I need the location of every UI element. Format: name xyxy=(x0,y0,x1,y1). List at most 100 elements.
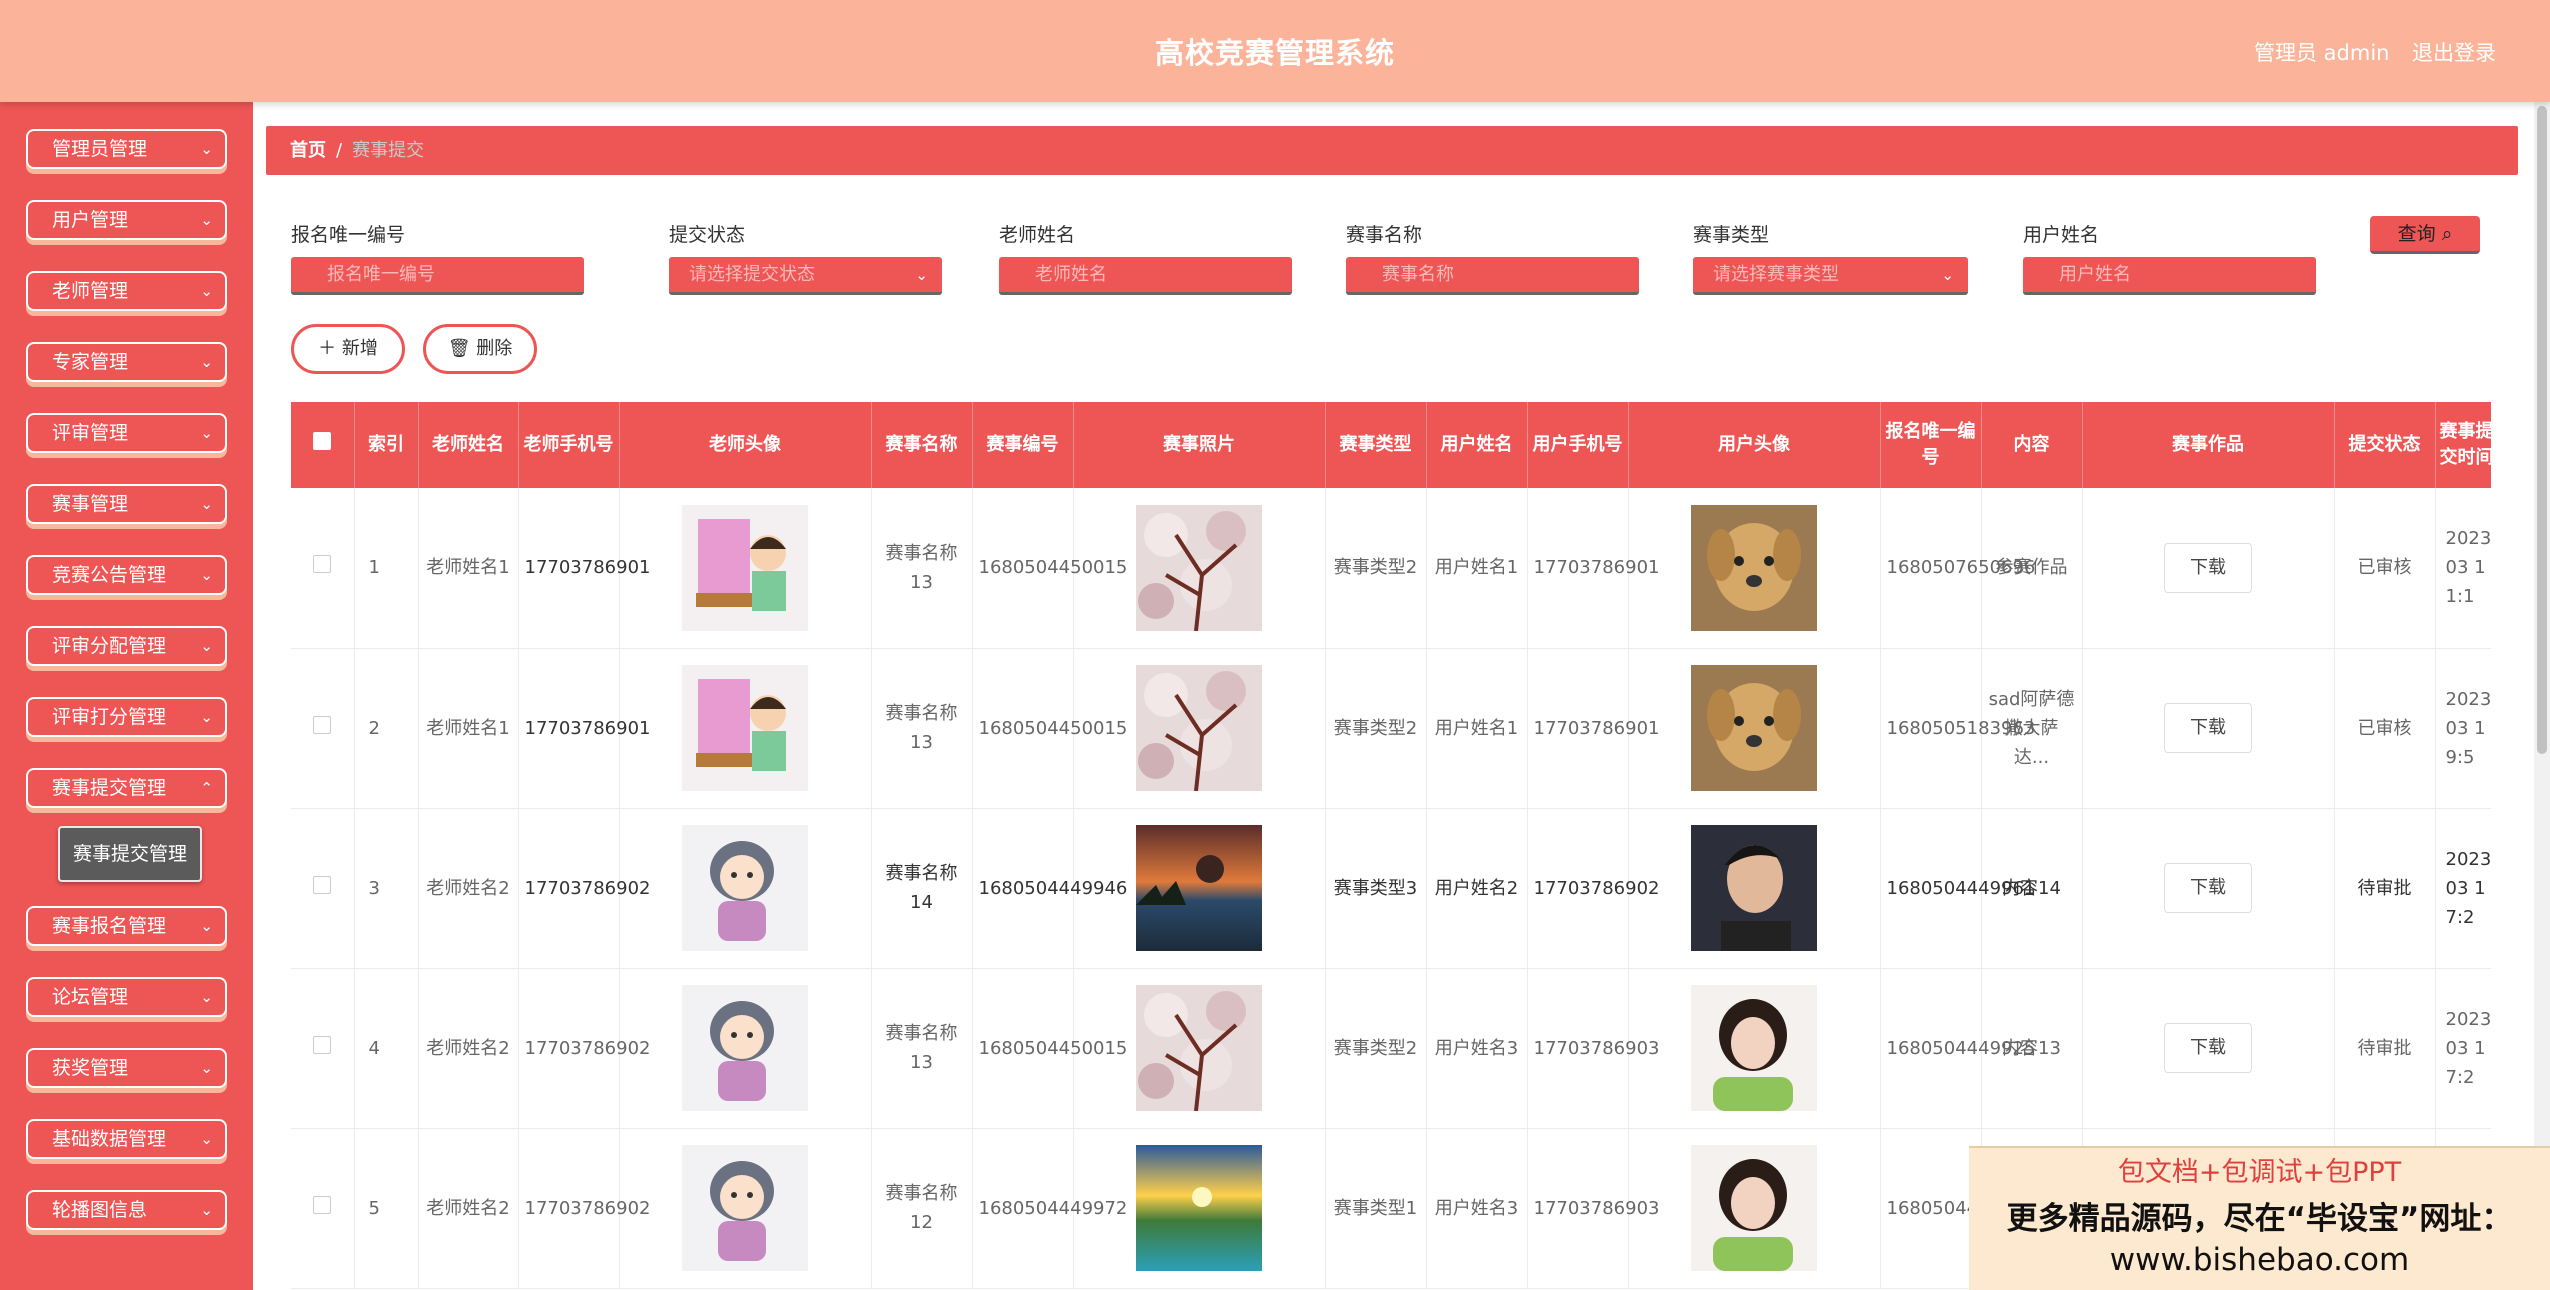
status-select[interactable]: 请选择提交状态 ⌄ xyxy=(669,257,942,295)
cell-reg-no: 1680504449961 xyxy=(1880,808,2035,969)
select-all-cell[interactable] xyxy=(291,402,355,488)
sidebar-item-base-data[interactable]: 基础数据管理 ⌄ xyxy=(26,1119,227,1159)
cell-teacher-avatar xyxy=(619,968,872,1129)
row-select-cell[interactable] xyxy=(291,1128,355,1289)
select-all-checkbox[interactable] xyxy=(313,432,332,450)
query-button[interactable]: 查询 ⌕ xyxy=(2370,216,2480,254)
sidebar-item-forum[interactable]: 论坛管理 ⌄ xyxy=(26,977,227,1017)
cell-teacher-phone: 17703786901 xyxy=(518,488,650,649)
cell-user-avatar xyxy=(1628,808,1881,969)
cell-event-type: 赛事类型2 xyxy=(1325,648,1427,809)
download-button[interactable]: 下载 xyxy=(2164,1023,2252,1073)
sidebar-item-users[interactable]: 用户管理 ⌄ xyxy=(26,200,227,240)
col-header: 老师姓名 xyxy=(418,402,519,488)
col-header: 索引 xyxy=(354,402,419,488)
sidebar-item-carousel[interactable]: 轮播图信息 ⌄ xyxy=(26,1190,227,1230)
top-header: 高校竞赛管理系统 管理员 admin 退出登录 xyxy=(0,0,2550,102)
table-row[interactable]: 2 老师姓名1 17703786901 赛事名称13 1680504450015… xyxy=(291,648,2491,809)
sidebar-item-experts[interactable]: 专家管理 ⌄ xyxy=(26,342,227,382)
cell-event-code: 1680504449946 xyxy=(972,808,1127,969)
sidebar-item-notices[interactable]: 竞赛公告管理 ⌄ xyxy=(26,555,227,595)
filter-label-type: 赛事类型 xyxy=(1693,224,1770,246)
download-button[interactable]: 下载 xyxy=(2164,863,2252,913)
chevron-down-icon: ⌄ xyxy=(915,266,928,284)
event-name-input[interactable]: 赛事名称 xyxy=(1346,257,1639,295)
user-avatar-image xyxy=(1691,1145,1817,1271)
logout-link[interactable]: 退出登录 xyxy=(2412,37,2496,67)
sidebar-item-review-assign[interactable]: 评审分配管理 ⌄ xyxy=(26,626,227,666)
row-select-cell[interactable] xyxy=(291,488,355,649)
sidebar-item-admin[interactable]: 管理员管理 ⌄ xyxy=(26,129,227,169)
table-row[interactable]: 1 老师姓名1 17703786901 赛事名称13 1680504450015… xyxy=(291,488,2491,649)
cell-event-code: 1680504450015 xyxy=(972,968,1127,1129)
user-name-input[interactable]: 用户姓名 xyxy=(2023,257,2316,295)
trash-icon: 🗑 xyxy=(447,338,471,359)
col-header: 赛事编号 xyxy=(972,402,1074,488)
cell-event-code: 1680504450015 xyxy=(972,648,1127,809)
add-button[interactable]: ＋ 新增 xyxy=(291,324,405,374)
row-checkbox[interactable] xyxy=(313,875,332,894)
row-checkbox[interactable] xyxy=(313,1035,332,1054)
cell-event: 赛事名称12 xyxy=(871,1128,973,1289)
event-photo-image xyxy=(1136,665,1262,791)
cell-event-type: 赛事类型2 xyxy=(1325,968,1427,1129)
cell-event-type: 赛事类型1 xyxy=(1325,1128,1427,1289)
col-header: 提交状态 xyxy=(2334,402,2436,488)
sidebar-item-submissions[interactable]: 赛事提交管理 ⌃ xyxy=(26,768,227,808)
row-select-cell[interactable] xyxy=(291,968,355,1129)
download-button[interactable]: 下载 xyxy=(2164,542,2252,593)
event-type-placeholder: 请选择赛事类型 xyxy=(1713,264,1839,285)
cell-teacher-avatar xyxy=(619,808,872,969)
cell-reg-no: 1680504449925 xyxy=(1880,968,2035,1129)
breadcrumb-home[interactable]: 首页 xyxy=(290,140,326,161)
cell-time: 2023-03 1 7:2 xyxy=(2435,808,2491,969)
sidebar-item-teachers[interactable]: 老师管理 ⌄ xyxy=(26,271,227,311)
cell-status: 待审批 xyxy=(2334,808,2436,969)
cell-index: 5 xyxy=(354,1128,419,1289)
status-select-placeholder: 请选择提交状态 xyxy=(689,264,815,285)
teacher-avatar-image xyxy=(682,504,808,631)
sidebar-item-label: 赛事报名管理 xyxy=(52,915,167,937)
cell-user-avatar xyxy=(1628,968,1881,1129)
cell-user: 用户姓名2 xyxy=(1426,808,1528,969)
chevron-down-icon: ⌄ xyxy=(200,140,213,158)
sidebar-subitem-submissions[interactable]: 赛事提交管理 xyxy=(58,826,202,882)
delete-button[interactable]: 🗑 删除 xyxy=(423,324,537,374)
cell-teacher-avatar xyxy=(619,1128,872,1289)
cell-user: 用户姓名3 xyxy=(1426,968,1528,1129)
event-type-select[interactable]: 请选择赛事类型 ⌄ xyxy=(1693,257,1968,295)
download-button[interactable]: 下载 xyxy=(2164,703,2252,753)
table-row[interactable]: 4 老师姓名2 17703786902 赛事名称13 1680504450015… xyxy=(291,968,2491,1129)
row-select-cell[interactable] xyxy=(291,648,355,809)
table-row[interactable]: 3 老师姓名2 17703786902 赛事名称14 1680504449946… xyxy=(291,808,2491,969)
user-avatar-image xyxy=(1691,665,1817,791)
row-select-cell[interactable] xyxy=(291,808,355,969)
chevron-down-icon: ⌄ xyxy=(200,211,213,229)
plus-icon: ＋ xyxy=(318,338,337,359)
sidebar-item-awards[interactable]: 获奖管理 ⌄ xyxy=(26,1048,227,1088)
sidebar-item-registrations[interactable]: 赛事报名管理 ⌄ xyxy=(26,906,227,946)
sidebar-item-review-score[interactable]: 评审打分管理 ⌄ xyxy=(26,697,227,737)
cell-status: 待审批 xyxy=(2334,968,2436,1129)
cell-index: 2 xyxy=(354,648,419,809)
user-avatar-image xyxy=(1691,825,1817,951)
search-icon: ⌕ xyxy=(2441,223,2453,245)
row-checkbox[interactable] xyxy=(313,715,332,734)
row-checkbox[interactable] xyxy=(313,555,332,574)
col-header: 赛事作品 xyxy=(2082,402,2335,488)
sidebar-item-label: 管理员管理 xyxy=(52,138,148,160)
cell-user: 用户姓名3 xyxy=(1426,1128,1528,1289)
cell-reg-no: 1680505183963 xyxy=(1880,648,2035,809)
sidebar-item-events[interactable]: 赛事管理 ⌄ xyxy=(26,484,227,524)
cell-reg-no: 1680504449964 xyxy=(1880,1128,2035,1289)
cell-teacher: 老师姓名2 xyxy=(418,968,519,1129)
teacher-name-input[interactable]: 老师姓名 xyxy=(999,257,1292,295)
chevron-down-icon: ⌄ xyxy=(200,495,213,513)
scrollbar-thumb[interactable] xyxy=(2537,106,2547,754)
sidebar-item-reviews[interactable]: 评审管理 ⌄ xyxy=(26,413,227,453)
cell-user-phone: 17703786903 xyxy=(1527,1128,1659,1289)
row-checkbox[interactable] xyxy=(313,1195,332,1214)
sidebar-item-label: 用户管理 xyxy=(52,209,129,231)
chevron-down-icon: ⌄ xyxy=(200,353,213,371)
reg-no-input[interactable]: 报名唯一编号 xyxy=(291,257,584,295)
